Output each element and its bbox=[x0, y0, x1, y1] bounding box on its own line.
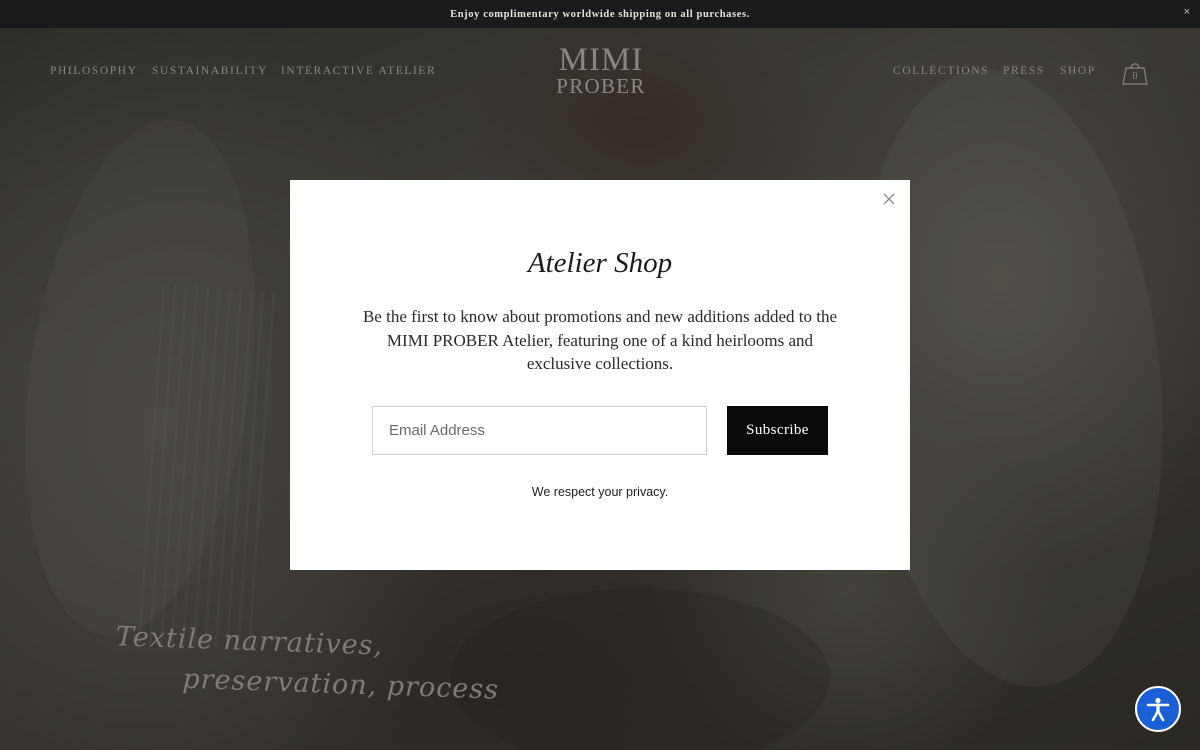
modal-title: Atelier Shop bbox=[527, 247, 673, 279]
email-field[interactable] bbox=[372, 406, 707, 455]
modal-close-button[interactable] bbox=[880, 190, 898, 208]
subscribe-button[interactable]: Subscribe bbox=[727, 406, 828, 455]
privacy-note: We respect your privacy. bbox=[531, 485, 669, 499]
newsletter-modal: Atelier Shop Be the first to know about … bbox=[290, 180, 910, 570]
modal-description: Be the first to know about promotions an… bbox=[362, 307, 838, 373]
announcement-close-icon[interactable]: × bbox=[1184, 6, 1190, 18]
announcement-bar: Enjoy complimentary worldwide shipping o… bbox=[0, 0, 1200, 28]
announcement-text: Enjoy complimentary worldwide shipping o… bbox=[450, 8, 750, 20]
accessibility-icon bbox=[1146, 697, 1170, 722]
accessibility-button[interactable] bbox=[1135, 686, 1181, 732]
close-icon bbox=[883, 193, 895, 205]
